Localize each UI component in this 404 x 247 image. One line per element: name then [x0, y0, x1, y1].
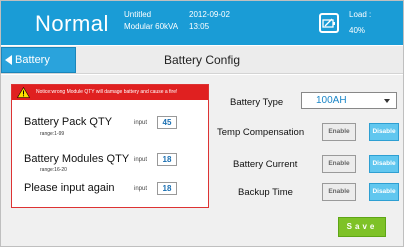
warning-text: Notice:wrong Module QTY will damage batt…: [36, 89, 178, 95]
battery-modules-qty-label: Battery Modules QTY: [24, 153, 130, 165]
battery-pack-qty-label: Battery Pack QTY: [24, 116, 113, 128]
temp-compensation-label: Temp Compensation: [217, 127, 305, 138]
chevron-down-icon: [384, 99, 390, 103]
temp-compensation-disable-button[interactable]: Disable: [369, 123, 399, 141]
battery-status-icon[interactable]: [319, 13, 339, 33]
operating-mode: Normal: [35, 11, 109, 36]
battery-type-select[interactable]: 100AH: [301, 92, 397, 109]
battery-config-panel: Notice:wrong Module QTY will damage batt…: [1, 75, 403, 246]
back-button[interactable]: Battery: [1, 47, 76, 73]
backup-time-disable-button[interactable]: Disable: [369, 183, 399, 201]
backup-time-enable-button[interactable]: Enable: [322, 183, 356, 201]
battery-type-value: 100AH: [316, 95, 347, 106]
date-time: 2012-09-02 13:05: [189, 9, 230, 33]
battery-pack-qty-range: range:1-99: [40, 131, 65, 137]
battery-pack-qty-input-label: input: [134, 120, 148, 126]
load-indicator: Load : 40%: [349, 9, 371, 37]
confirm-qty-input[interactable]: 18: [157, 182, 177, 195]
load-value: 40%: [349, 26, 366, 35]
battery-type-label: Battery Type: [230, 97, 284, 108]
model-capacity: Modular 60kVA: [124, 22, 179, 31]
status-header: Normal Untitled Modular 60kVA 2012-09-02…: [1, 1, 403, 45]
warning-banner: Notice:wrong Module QTY will damage batt…: [12, 85, 208, 100]
module-qty-dialog: Notice:wrong Module QTY will damage batt…: [11, 84, 209, 208]
model-name: Untitled: [124, 10, 152, 19]
battery-modules-qty-input[interactable]: 18: [157, 153, 177, 166]
confirm-qty-label: Please input again: [24, 182, 115, 194]
date-text: 2012-09-02: [189, 10, 230, 19]
battery-pack-qty-input[interactable]: 45: [157, 116, 177, 129]
temp-compensation-enable-button[interactable]: Enable: [322, 123, 356, 141]
back-arrow-icon: [5, 55, 12, 65]
battery-modules-qty-range: range:16-20: [40, 167, 67, 173]
time-text: 13:05: [189, 22, 210, 31]
battery-current-disable-button[interactable]: Disable: [369, 155, 399, 173]
device-model: Untitled Modular 60kVA: [124, 9, 178, 33]
confirm-qty-input-label: input: [134, 186, 148, 192]
save-button[interactable]: Save: [338, 217, 386, 237]
back-label: Battery: [15, 54, 50, 66]
battery-current-label: Battery Current: [233, 159, 298, 170]
battery-current-enable-button[interactable]: Enable: [322, 155, 356, 173]
load-label: Load :: [349, 10, 372, 19]
battery-modules-qty-input-label: input: [134, 157, 148, 163]
backup-time-label: Backup Time: [238, 187, 293, 198]
warning-icon: [17, 87, 30, 98]
nav-bar: Battery Battery Config: [1, 46, 403, 74]
